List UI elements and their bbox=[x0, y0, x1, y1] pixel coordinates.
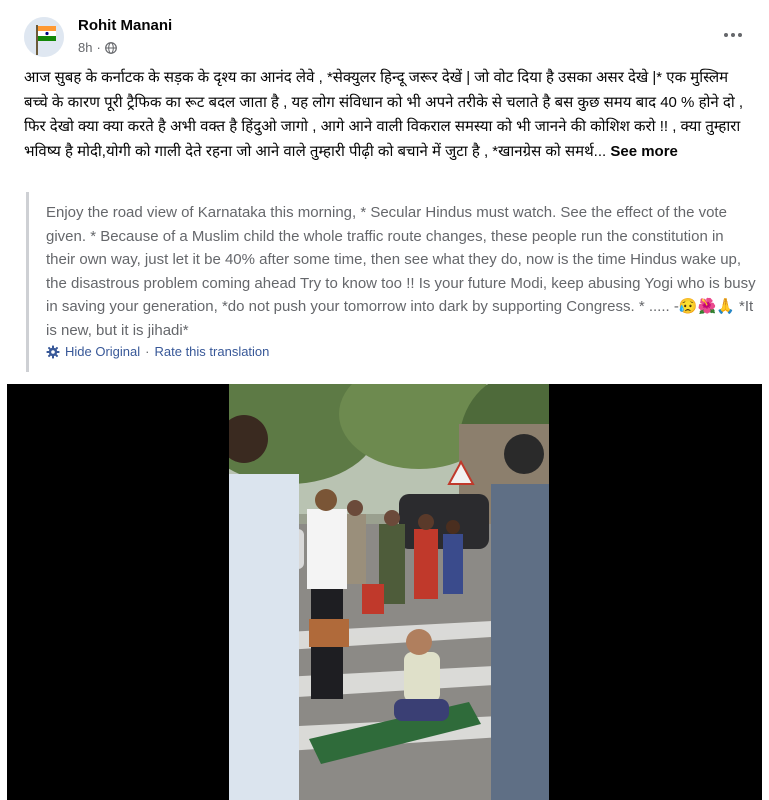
more-options-button[interactable] bbox=[718, 20, 748, 50]
translation-text: Enjoy the road view of Karnataka this mo… bbox=[46, 201, 756, 342]
meta-dot: · bbox=[96, 40, 101, 55]
video-player[interactable] bbox=[7, 384, 762, 800]
translation-block: Enjoy the road view of Karnataka this mo… bbox=[26, 192, 759, 372]
avatar[interactable] bbox=[24, 17, 64, 57]
street-scene-image bbox=[229, 384, 549, 800]
post-meta: 8h · bbox=[78, 40, 117, 55]
gear-icon bbox=[46, 345, 60, 358]
rate-translation-link[interactable]: Rate this translation bbox=[155, 344, 270, 359]
post-header: Rohit Manani 8h · bbox=[0, 0, 769, 64]
translation-links: Hide Original · Rate this translation bbox=[46, 344, 269, 359]
more-horizontal-icon bbox=[724, 33, 728, 37]
flag-icon bbox=[24, 17, 64, 57]
author-name[interactable]: Rohit Manani bbox=[78, 17, 172, 34]
hide-original-link[interactable]: Hide Original bbox=[65, 344, 140, 359]
translation-body: Enjoy the road view of Karnataka this mo… bbox=[46, 204, 756, 315]
post-time[interactable]: 8h bbox=[78, 40, 92, 55]
emoji-sequence: 😥🌺🙏 bbox=[678, 298, 735, 315]
link-separator: · bbox=[145, 344, 150, 359]
globe-icon bbox=[104, 41, 117, 54]
see-more-link[interactable]: See more bbox=[610, 143, 678, 160]
video-frame bbox=[229, 384, 549, 800]
post-text: आज सुबह के कर्नाटक के सड़क के दृश्य का आ… bbox=[24, 66, 754, 164]
